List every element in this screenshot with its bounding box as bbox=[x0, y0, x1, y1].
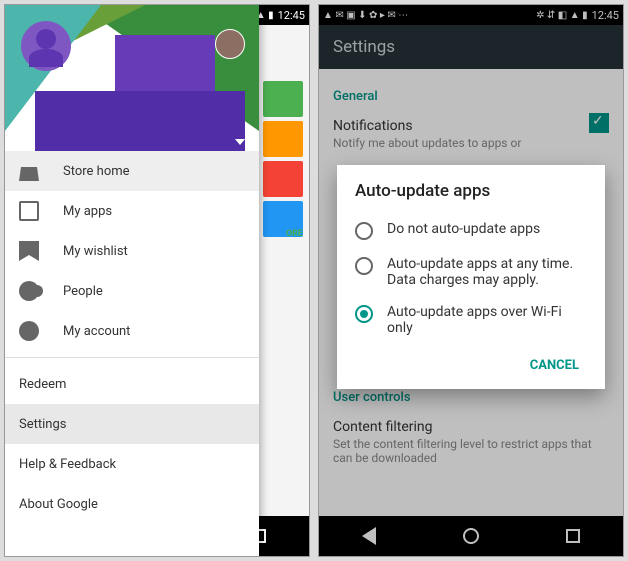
radio-icon bbox=[355, 257, 373, 275]
drawer-item-people[interactable]: People bbox=[5, 271, 259, 311]
chevron-down-icon[interactable] bbox=[235, 139, 245, 145]
drawer-item-settings[interactable]: Settings bbox=[5, 404, 259, 444]
cancel-button[interactable]: CANCEL bbox=[522, 352, 587, 379]
drawer-item-store-home[interactable]: Store home bbox=[5, 151, 259, 191]
more-badge: ORE bbox=[286, 229, 303, 239]
drawer-item-about[interactable]: About Google bbox=[5, 484, 259, 524]
avatar-small[interactable] bbox=[215, 29, 245, 59]
apps-icon bbox=[19, 201, 39, 221]
drawer-item-redeem[interactable]: Redeem bbox=[5, 364, 259, 404]
people-icon bbox=[19, 281, 39, 301]
radio-icon bbox=[355, 222, 373, 240]
phone-right: ▲ ✉ ▣ ⬇ ✿ ▸ ✉ ⋯ ✲ ⇵ ◧ ▲ ▮12:45 Settings … bbox=[318, 4, 624, 557]
drawer-item-help[interactable]: Help & Feedback bbox=[5, 444, 259, 484]
drawer-item-my-apps[interactable]: My apps bbox=[5, 191, 259, 231]
drawer-item-my-wishlist[interactable]: My wishlist bbox=[5, 231, 259, 271]
radio-any-time[interactable]: Auto-update apps at any time. Data charg… bbox=[355, 248, 587, 296]
radio-icon bbox=[355, 305, 373, 323]
radio-wifi-only[interactable]: Auto-update apps over Wi-Fi only bbox=[355, 296, 587, 344]
account-icon bbox=[19, 321, 39, 341]
dialog-title: Auto-update apps bbox=[355, 181, 587, 201]
drawer-item-my-account[interactable]: My account bbox=[5, 311, 259, 351]
drawer-header[interactable] bbox=[5, 5, 259, 151]
clock: 12:45 bbox=[278, 9, 305, 22]
nav-drawer: Store home My apps My wishlist People My… bbox=[5, 5, 259, 556]
phone-left: ▲ ✉ ▣ ⬇ ✿ ▸ ✉ ⋯ ✲ ⇵ ◧ ▲ ▮12:45 ⌕ ORE Sto… bbox=[4, 4, 310, 557]
store-icon bbox=[19, 161, 39, 181]
wishlist-icon bbox=[19, 241, 39, 261]
avatar-icon[interactable] bbox=[21, 21, 71, 71]
radio-do-not-update[interactable]: Do not auto-update apps bbox=[355, 213, 587, 248]
auto-update-dialog: Auto-update apps Do not auto-update apps… bbox=[337, 165, 605, 389]
